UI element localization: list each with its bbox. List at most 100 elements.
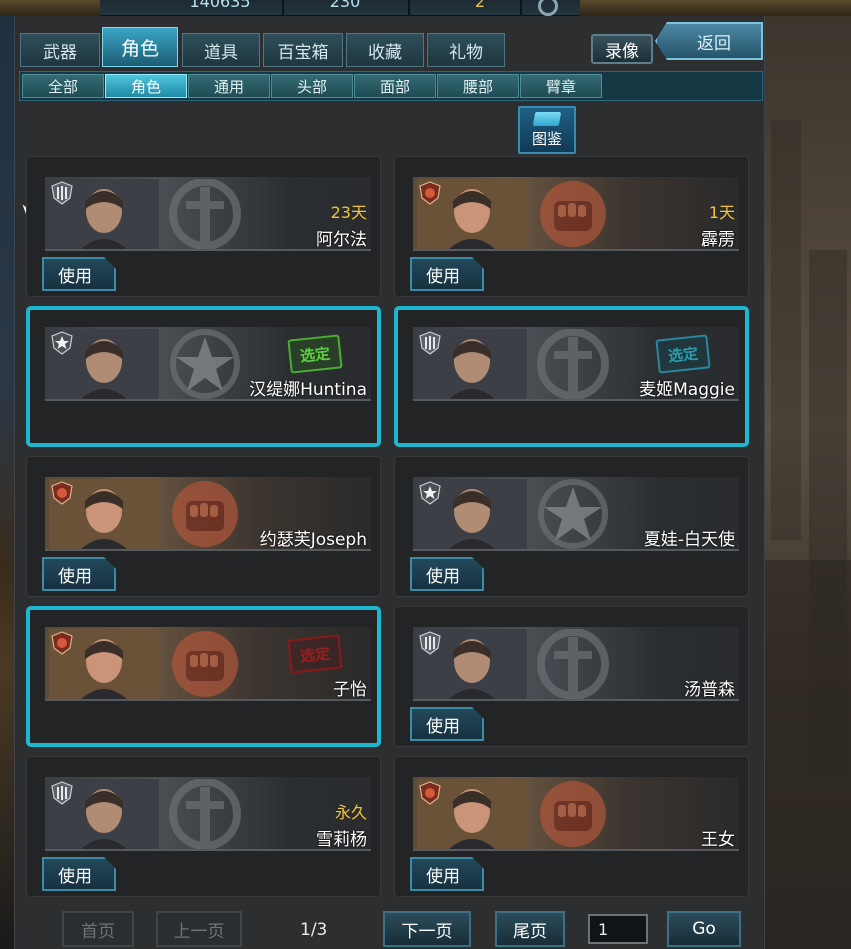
star-emblem-icon bbox=[160, 329, 250, 399]
go-button[interactable]: Go bbox=[667, 911, 741, 947]
character-name: 王女 bbox=[701, 830, 735, 850]
prev-page-button[interactable]: 上一页 bbox=[156, 911, 242, 947]
character-card[interactable]: 王女使用 bbox=[394, 756, 749, 897]
next-page-button[interactable]: 下一页 bbox=[383, 911, 471, 947]
stat-value-1: 140635 bbox=[189, 0, 251, 11]
character-banner: 选定汉缇娜Huntina bbox=[45, 327, 371, 401]
duration-label: 23天 bbox=[330, 203, 367, 222]
stat-value-2: 230 bbox=[329, 0, 361, 11]
selected-stamp: 选定 bbox=[655, 334, 711, 374]
character-card[interactable]: 夏娃-白天使使用 bbox=[394, 456, 749, 597]
topbar-ornament-right bbox=[580, 0, 851, 16]
armory-emblem-icon bbox=[528, 628, 618, 699]
subtab-characters[interactable]: 角色 bbox=[105, 74, 187, 98]
character-name: 汉缇娜Huntina bbox=[249, 380, 367, 400]
character-card[interactable]: 永久雪莉杨使用 bbox=[26, 756, 381, 897]
character-name: 约瑟芙Joseph bbox=[259, 530, 367, 550]
ring-icon[interactable] bbox=[538, 0, 558, 16]
character-card[interactable]: 约瑟芙Joseph 使用 bbox=[26, 456, 381, 597]
character-banner: 选定 子怡 bbox=[45, 627, 371, 701]
background-right bbox=[765, 0, 851, 949]
use-button[interactable]: 使用 bbox=[42, 557, 116, 591]
fist-rank-icon bbox=[51, 481, 73, 505]
character-name: 阿尔法 bbox=[316, 230, 367, 250]
duration-label: 永久 bbox=[334, 803, 367, 822]
subtab-armband[interactable]: 臂章 bbox=[520, 74, 602, 98]
character-banner: 王女 bbox=[413, 777, 739, 851]
character-card[interactable]: 选定麦姬Maggie bbox=[394, 306, 749, 447]
topbar-divider bbox=[408, 0, 410, 16]
selected-stamp: 选定 bbox=[287, 334, 343, 374]
character-banner: 夏娃-白天使 bbox=[413, 477, 739, 551]
tab-gifts[interactable]: 礼物 bbox=[427, 33, 505, 67]
star-emblem-icon bbox=[528, 479, 618, 549]
guide-button[interactable]: 图鉴 bbox=[518, 106, 576, 154]
tab-weapons[interactable]: 武器 bbox=[20, 33, 100, 67]
character-card[interactable]: 1天霹雳使用 bbox=[394, 156, 749, 297]
fist-emblem-icon bbox=[528, 179, 618, 249]
back-button[interactable]: 返回 bbox=[655, 22, 763, 60]
guide-label: 图鉴 bbox=[531, 130, 562, 148]
use-button[interactable]: 使用 bbox=[410, 257, 484, 291]
use-button[interactable]: 使用 bbox=[410, 857, 484, 891]
character-banner: 选定麦姬Maggie bbox=[413, 327, 739, 401]
background-left bbox=[0, 0, 14, 949]
use-button[interactable]: 使用 bbox=[42, 857, 116, 891]
fist-emblem-icon bbox=[528, 779, 618, 849]
tab-treasure-box[interactable]: 百宝箱 bbox=[263, 33, 343, 67]
armory-rank-icon bbox=[51, 781, 73, 805]
use-button[interactable]: 使用 bbox=[410, 557, 484, 591]
character-banner: 汤普森 bbox=[413, 627, 739, 701]
fist-emblem-icon bbox=[160, 629, 250, 699]
character-card[interactable]: 汤普森使用 bbox=[394, 606, 749, 747]
page-indicator: 1/3 bbox=[300, 920, 328, 940]
character-banner: 约瑟芙Joseph bbox=[45, 477, 371, 551]
character-name: 汤普森 bbox=[684, 680, 735, 700]
fist-rank-icon bbox=[419, 181, 441, 205]
use-button[interactable]: 使用 bbox=[42, 257, 116, 291]
character-name: 夏娃-白天使 bbox=[643, 530, 735, 550]
selected-stamp: 选定 bbox=[287, 634, 343, 674]
fist-rank-icon bbox=[419, 781, 441, 805]
stat-value-3: 2 bbox=[474, 0, 486, 11]
star-rank-icon bbox=[51, 331, 73, 355]
armory-rank-icon bbox=[419, 331, 441, 355]
armory-rank-icon bbox=[419, 631, 441, 655]
subtab-head[interactable]: 头部 bbox=[271, 74, 353, 98]
topbar-ornament-left bbox=[0, 0, 100, 16]
page-number-input[interactable] bbox=[588, 914, 648, 944]
duration-label: 1天 bbox=[708, 203, 735, 222]
armory-emblem-icon bbox=[528, 328, 618, 399]
topbar-divider bbox=[282, 0, 284, 16]
topbar-divider bbox=[520, 0, 522, 16]
tab-favorites[interactable]: 收藏 bbox=[346, 33, 424, 67]
subtab-face[interactable]: 面部 bbox=[354, 74, 436, 98]
character-name: 麦姬Maggie bbox=[639, 380, 735, 400]
last-page-button[interactable]: 尾页 bbox=[495, 911, 565, 947]
use-button[interactable]: 使用 bbox=[410, 707, 484, 741]
armory-emblem-icon bbox=[160, 778, 250, 849]
fist-emblem-icon bbox=[160, 479, 250, 549]
subtab-common[interactable]: 通用 bbox=[188, 74, 270, 98]
tab-items[interactable]: 道具 bbox=[182, 33, 260, 67]
character-banner: 永久雪莉杨 bbox=[45, 777, 371, 851]
character-name: 霹雳 bbox=[701, 230, 735, 250]
subtab-bar: 全部 角色 通用 头部 面部 腰部 臂章 bbox=[19, 71, 763, 101]
character-banner: 1天霹雳 bbox=[413, 177, 739, 251]
first-page-button[interactable]: 首页 bbox=[62, 911, 134, 947]
armory-rank-icon bbox=[51, 181, 73, 205]
top-status-bar: 140635 230 2 bbox=[0, 0, 851, 16]
fist-rank-icon bbox=[51, 631, 73, 655]
character-card[interactable]: 选定 子怡 bbox=[26, 606, 381, 747]
armory-emblem-icon bbox=[160, 178, 250, 249]
subtab-all[interactable]: 全部 bbox=[22, 74, 104, 98]
record-button[interactable]: 录像 bbox=[591, 34, 653, 64]
character-card[interactable]: 23天阿尔法使用 bbox=[26, 156, 381, 297]
subtab-waist[interactable]: 腰部 bbox=[437, 74, 519, 98]
tab-characters[interactable]: 角色 bbox=[102, 27, 178, 67]
book-icon bbox=[532, 112, 562, 126]
character-name: 雪莉杨 bbox=[316, 830, 367, 850]
star-rank-icon bbox=[419, 481, 441, 505]
character-card[interactable]: 选定汉缇娜Huntina bbox=[26, 306, 381, 447]
character-banner: 23天阿尔法 bbox=[45, 177, 371, 251]
